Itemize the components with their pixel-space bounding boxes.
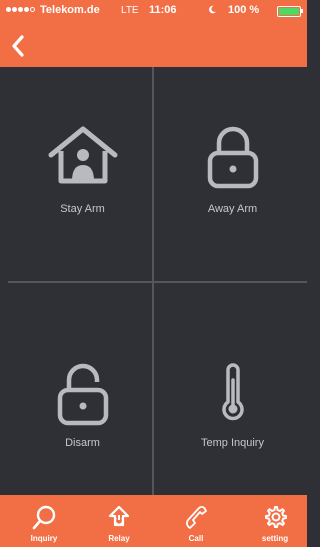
lock-open-icon — [57, 363, 108, 426]
magnifier-icon — [32, 505, 56, 530]
tab-inquiry[interactable]: Inquiry — [6, 495, 82, 547]
status-time: 11:06 — [149, 4, 177, 16]
signal-strength-icon — [6, 7, 36, 13]
back-button[interactable] — [8, 34, 32, 60]
tile-label: Away Arm — [207, 203, 258, 215]
tab-setting[interactable]: setting — [237, 495, 313, 547]
thermometer-icon — [221, 363, 244, 421]
carrier-name: Telekom.de — [40, 4, 100, 16]
chevron-left-icon — [12, 35, 24, 57]
tab-label: Inquiry — [30, 534, 58, 543]
tab-label: Relay — [108, 534, 130, 543]
tab-label: Call — [188, 534, 204, 543]
disarm-button[interactable]: Disarm — [8, 282, 157, 495]
phone-icon — [186, 506, 207, 529]
tile-label: Temp Inquiry — [201, 437, 264, 449]
gear-icon — [265, 506, 287, 528]
app-screen: Telekom.de LTE 11:06 100 % Stay Arm Away… — [0, 0, 307, 547]
grid-divider-horizontal — [8, 281, 307, 283]
battery-tip — [301, 9, 303, 13]
tile-label: Stay Arm — [60, 203, 105, 215]
tab-label: setting — [261, 534, 289, 543]
bottom-tab-bar: Inquiry Relay Call setting — [0, 495, 307, 547]
stay-arm-button[interactable]: Stay Arm — [8, 67, 157, 280]
status-bar: Telekom.de LTE 11:06 100 % — [0, 0, 307, 22]
tab-relay[interactable]: Relay — [81, 495, 157, 547]
away-arm-button[interactable]: Away Arm — [158, 67, 307, 280]
tile-label: Disarm — [65, 437, 100, 449]
moon-icon — [208, 5, 217, 17]
network-type: LTE — [121, 5, 139, 16]
temp-inquiry-button[interactable]: Temp Inquiry — [158, 282, 307, 495]
relay-power-icon — [108, 505, 130, 527]
top-bar: Telekom.de LTE 11:06 100 % — [0, 0, 307, 67]
battery-icon — [277, 6, 301, 17]
tab-call[interactable]: Call — [158, 495, 234, 547]
lock-closed-icon — [207, 126, 258, 189]
battery-percent: 100 % — [228, 4, 260, 16]
home-person-icon — [48, 126, 117, 184]
